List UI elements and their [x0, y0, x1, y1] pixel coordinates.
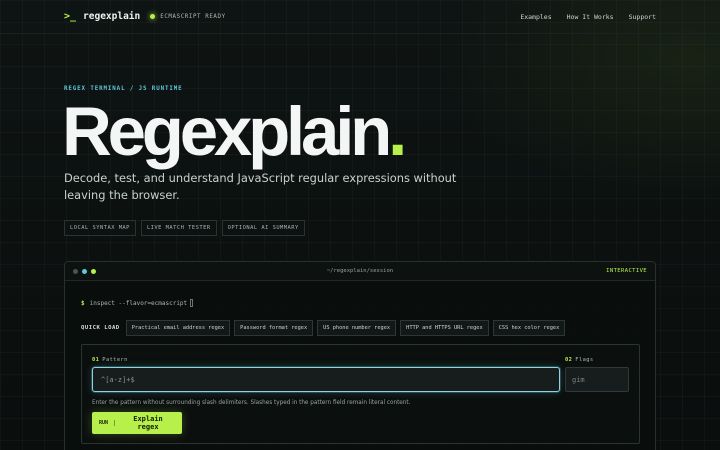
hero-title: Regexplain.: [62, 92, 407, 172]
hero-title-text: Regexplain: [62, 93, 392, 170]
quick-load-email-button[interactable]: Practical email address regex: [125, 320, 231, 336]
nav-links: Examples How It Works Support: [520, 13, 656, 21]
runtime-status: ECMASCRIPT READY: [150, 14, 225, 20]
regex-form: 01Pattern 02Flags Enter the pattern with…: [81, 344, 640, 444]
run-tag: RUN: [99, 420, 116, 426]
terminal-path: ~/regexplain/session: [326, 268, 394, 274]
flags-label-text: Flags: [575, 357, 594, 363]
flags-label: 02 Flags: [565, 357, 594, 363]
brand-name: regexplain: [83, 11, 141, 22]
nav-link-examples[interactable]: Examples: [520, 13, 551, 21]
nav-link-how-it-works[interactable]: How It Works: [567, 13, 614, 21]
status-text: ECMASCRIPT READY: [160, 13, 226, 20]
hero-title-dot: .: [388, 93, 407, 170]
quick-load-phone-button[interactable]: US phone number regex: [317, 320, 397, 336]
feature-tag-syntax-map: LOCAL SYNTAX MAP: [64, 220, 136, 236]
hero-subtitle: Decode, test, and understand JavaScript …: [64, 171, 457, 202]
quick-load-hex-color-button[interactable]: CSS hex color regex: [492, 320, 566, 336]
pattern-label-number: 01: [92, 357, 100, 363]
run-label: Explain regex: [133, 415, 163, 431]
pattern-input[interactable]: [92, 367, 560, 392]
cursor-block-icon: [190, 299, 194, 307]
pattern-label-text: Pattern: [102, 357, 128, 363]
quick-load-label: QUICK LOAD: [81, 325, 120, 331]
flags-input[interactable]: [565, 367, 629, 392]
feature-tag-match-tester: LIVE MATCH TESTER: [140, 220, 217, 236]
pattern-label: 01 Pattern: [92, 357, 128, 363]
terminal-titlebar: ~/regexplain/session INTERACTIVE: [65, 262, 655, 281]
command-line: $ inspect --flavor=ecmascript: [81, 299, 194, 307]
explain-regex-button[interactable]: RUN Explain regex: [92, 412, 182, 434]
quick-load-bar: QUICK LOAD Practical email address regex…: [81, 320, 566, 336]
command-prompt: $: [81, 299, 85, 307]
terminal-prompt-icon: >_: [64, 11, 77, 22]
quick-load-password-button[interactable]: Password format regex: [234, 320, 314, 336]
quick-load-url-button[interactable]: HTTP and HTTPS URL regex: [400, 320, 489, 336]
quick-load-chips: Practical email address regex Password f…: [125, 320, 566, 336]
feature-tags: LOCAL SYNTAX MAP LIVE MATCH TESTER OPTIO…: [64, 220, 305, 236]
status-dot-icon: [150, 14, 156, 19]
command-text: inspect --flavor=ecmascript: [89, 299, 188, 307]
pattern-helper-text: Enter the pattern without surrounding sl…: [92, 400, 411, 406]
brand[interactable]: >_ regexplain: [64, 11, 140, 22]
feature-tag-ai-summary: OPTIONAL AI SUMMARY: [221, 220, 305, 236]
terminal-panel: ~/regexplain/session INTERACTIVE $ inspe…: [64, 261, 656, 450]
nav-link-support[interactable]: Support: [629, 13, 656, 21]
terminal-mode-badge: INTERACTIVE: [606, 268, 647, 274]
top-navigation: >_ regexplain ECMASCRIPT READY Examples …: [0, 0, 720, 34]
flags-label-number: 02: [565, 357, 573, 363]
